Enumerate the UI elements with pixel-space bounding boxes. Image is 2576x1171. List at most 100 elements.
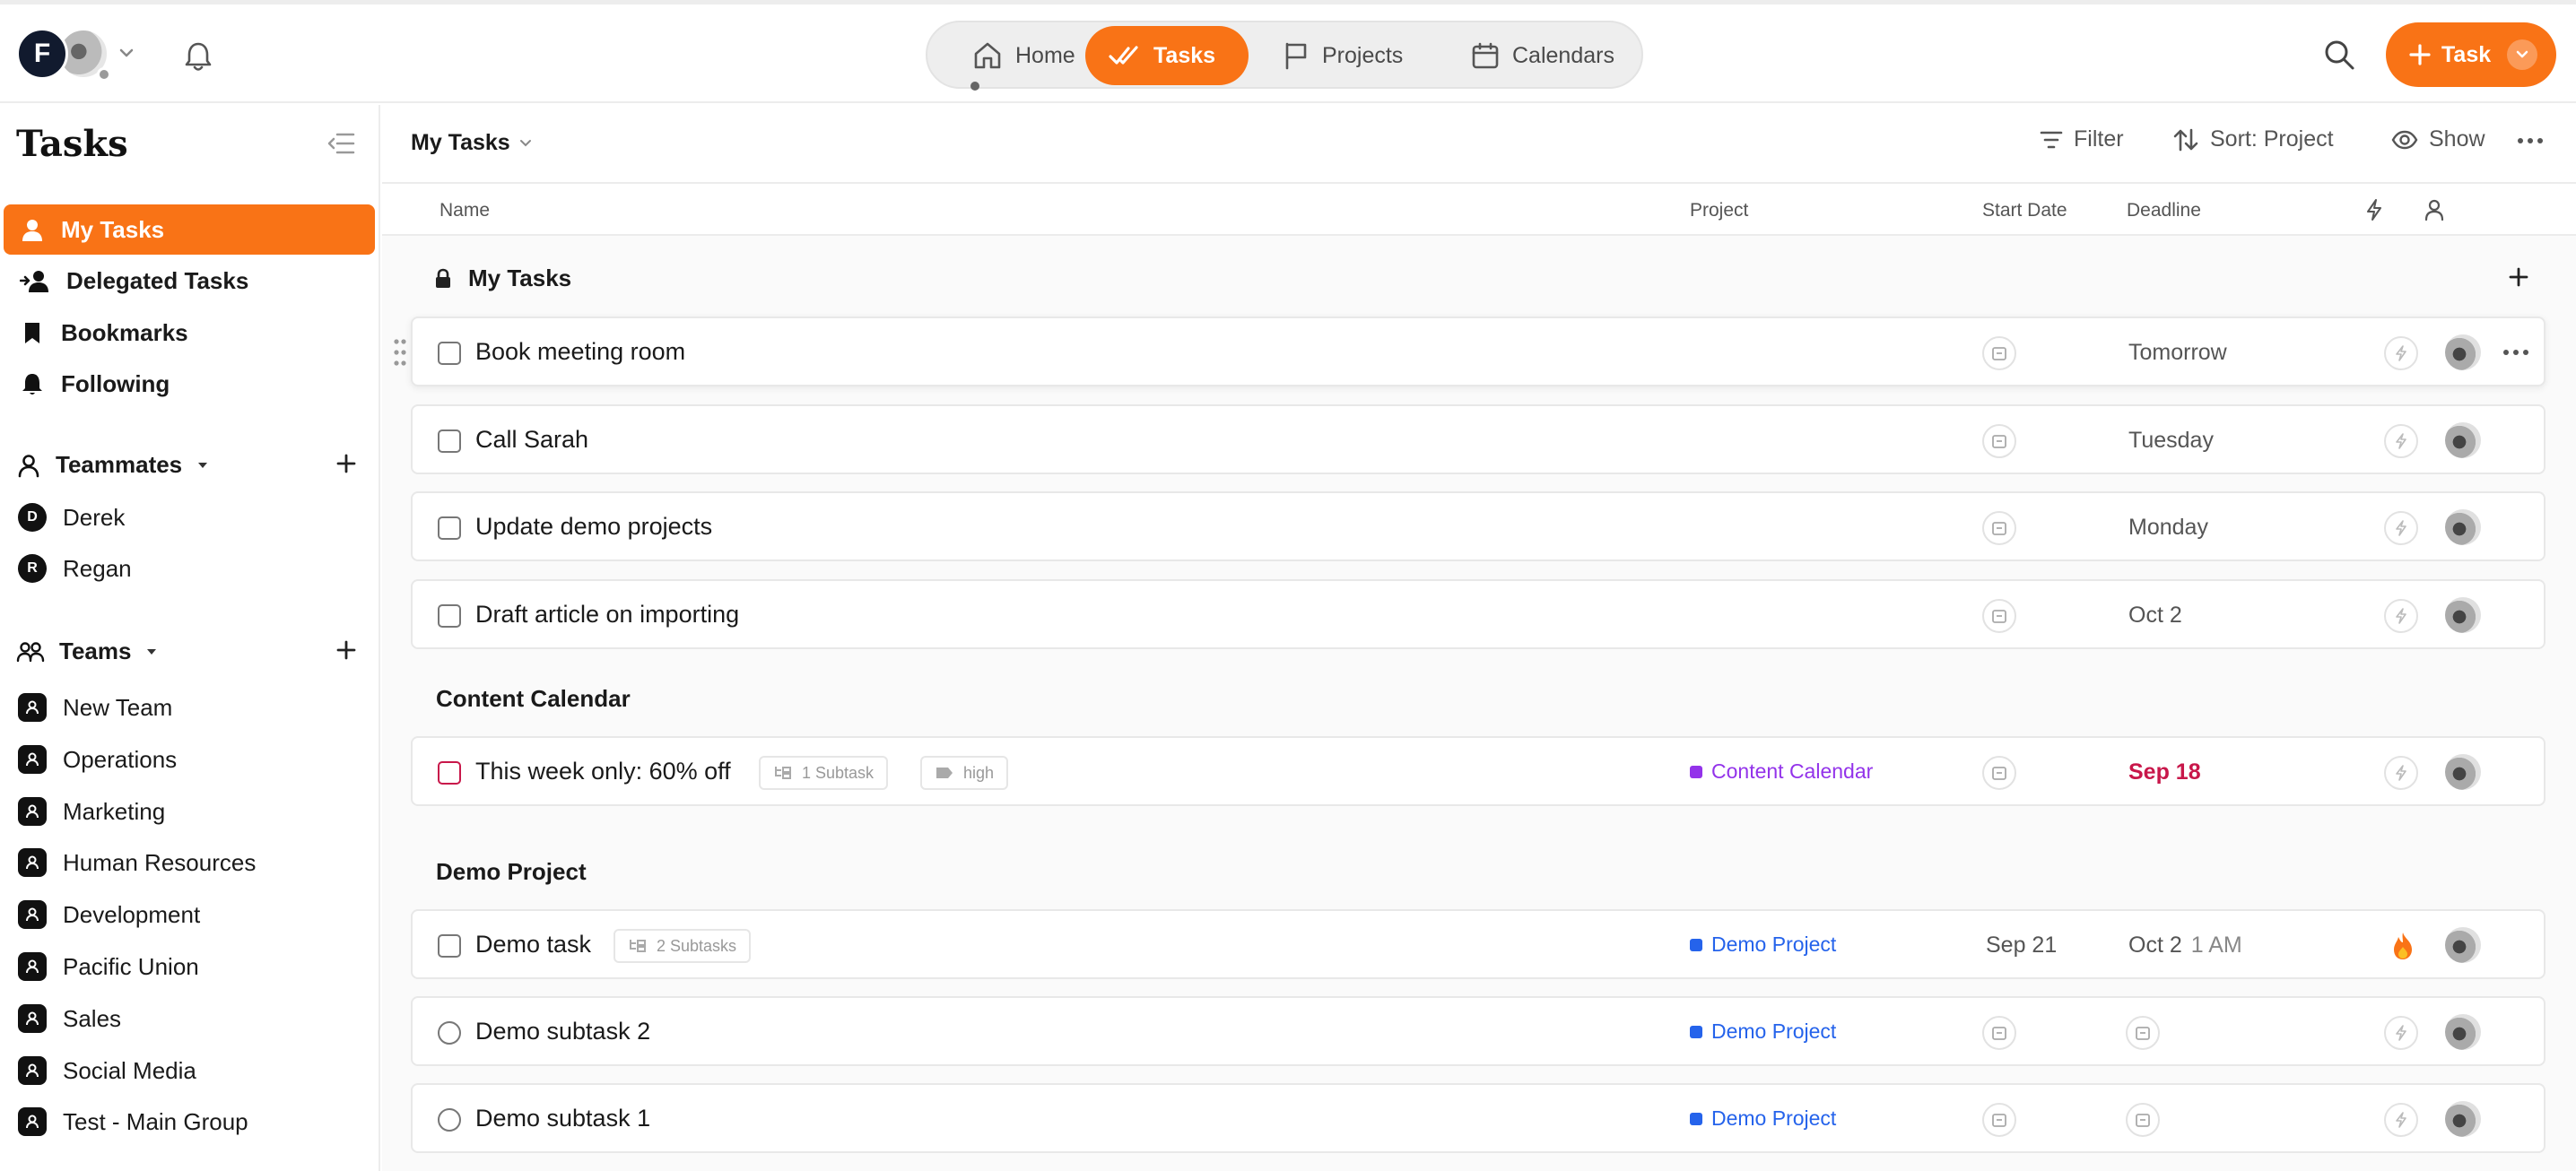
- chevron-down-icon[interactable]: [2507, 39, 2538, 70]
- sidebar-item-team[interactable]: Social Media: [18, 1056, 196, 1085]
- flame-icon[interactable]: [2389, 931, 2416, 961]
- project-link[interactable]: Demo Project: [1690, 1106, 1836, 1131]
- task-row[interactable]: Call Sarah Tuesday: [411, 404, 2546, 474]
- task-name[interactable]: Call Sarah: [475, 426, 588, 454]
- subtask-checkbox[interactable]: [438, 1108, 461, 1132]
- task-checkbox[interactable]: [438, 516, 461, 540]
- task-name[interactable]: Draft article on importing: [475, 601, 739, 629]
- more-options-icon[interactable]: [2517, 137, 2544, 144]
- sidebar-item-team[interactable]: New Team: [18, 693, 172, 722]
- task-name[interactable]: Update demo projects: [475, 513, 712, 541]
- start-date-picker-icon[interactable]: [1982, 336, 2016, 370]
- nav-tasks[interactable]: Tasks: [1085, 26, 1249, 85]
- sort-button[interactable]: Sort: Project: [2172, 126, 2334, 152]
- deadline-picker-icon[interactable]: [2126, 1103, 2160, 1137]
- task-row[interactable]: Demo subtask 2 Demo Project: [411, 996, 2546, 1066]
- start-date-picker-icon[interactable]: [1982, 424, 2016, 458]
- start-date-picker-icon[interactable]: [1982, 599, 2016, 633]
- new-task-button[interactable]: Task: [2386, 22, 2556, 87]
- task-row[interactable]: Demo subtask 1 Demo Project: [411, 1083, 2546, 1153]
- priority-bolt-icon[interactable]: [2384, 599, 2418, 633]
- task-row[interactable]: Book meeting room Tomorrow: [394, 317, 2546, 386]
- assignee-avatar[interactable]: [2445, 927, 2481, 963]
- assignee-avatar[interactable]: [2445, 597, 2481, 633]
- task-name[interactable]: Book meeting room: [475, 338, 685, 366]
- sidebar-item-delegated-tasks[interactable]: Delegated Tasks: [4, 256, 375, 306]
- sidebar-item-team[interactable]: Pacific Union: [18, 952, 199, 981]
- sidebar-item-team[interactable]: Marketing: [18, 797, 165, 826]
- start-date-picker-icon[interactable]: [1982, 1016, 2016, 1050]
- nav-home[interactable]: Home: [949, 26, 1099, 85]
- priority-bolt-icon[interactable]: [2384, 1016, 2418, 1050]
- sidebar-item-following[interactable]: Following: [4, 359, 375, 409]
- task-row[interactable]: Update demo projects Monday: [411, 491, 2546, 561]
- deadline[interactable]: Monday: [2128, 515, 2208, 541]
- priority-bolt-icon[interactable]: [2384, 1103, 2418, 1137]
- view-selector[interactable]: My Tasks: [411, 130, 532, 156]
- priority-bolt-icon[interactable]: [2384, 756, 2418, 790]
- assignee-avatar[interactable]: [2445, 334, 2481, 370]
- task-name[interactable]: Demo subtask 2: [475, 1018, 650, 1045]
- project-link[interactable]: Demo Project: [1690, 1019, 1836, 1044]
- deadline-overdue[interactable]: Sep 18: [2128, 759, 2201, 785]
- teams-section-header[interactable]: Teams: [16, 638, 158, 665]
- nav-calendars[interactable]: Calendars: [1448, 26, 1638, 85]
- sidebar-item-team[interactable]: Sales: [18, 1004, 121, 1033]
- priority-column-icon[interactable]: [2364, 198, 2384, 221]
- column-project[interactable]: Project: [1690, 200, 1748, 221]
- assignee-avatar[interactable]: [2445, 509, 2481, 545]
- deadline[interactable]: Oct 2 1 AM: [2128, 932, 2242, 958]
- assignee-avatar[interactable]: [2445, 1014, 2481, 1050]
- start-date-picker-icon[interactable]: [1982, 756, 2016, 790]
- task-name[interactable]: This week only: 60% off: [475, 758, 731, 785]
- sidebar-item-my-tasks[interactable]: My Tasks: [4, 204, 375, 255]
- project-link[interactable]: Demo Project: [1690, 932, 1836, 957]
- start-date-picker-icon[interactable]: [1982, 511, 2016, 545]
- start-date[interactable]: Sep 21: [1986, 932, 2057, 958]
- assignee-avatar[interactable]: [2445, 754, 2481, 790]
- subtask-count-chip[interactable]: 1 Subtask: [759, 756, 889, 790]
- nav-projects[interactable]: Projects: [1259, 26, 1426, 85]
- task-name[interactable]: Demo task: [475, 931, 591, 958]
- sidebar-item-derek[interactable]: D Derek: [18, 503, 125, 532]
- filter-button[interactable]: Filter: [2040, 126, 2124, 152]
- drag-handle-icon[interactable]: [393, 338, 407, 367]
- project-link[interactable]: Content Calendar: [1690, 759, 1873, 784]
- task-row[interactable]: This week only: 60% off 1 Subtask high C…: [411, 736, 2546, 806]
- column-deadline[interactable]: Deadline: [2127, 200, 2201, 221]
- sidebar-item-team[interactable]: Test - Main Group: [18, 1107, 248, 1136]
- deadline-picker-icon[interactable]: [2126, 1016, 2160, 1050]
- chevron-down-icon[interactable]: [118, 48, 135, 58]
- task-row[interactable]: Draft article on importing Oct 2: [411, 579, 2546, 649]
- tag-chip[interactable]: high: [920, 756, 1009, 790]
- collapse-sidebar-icon[interactable]: [326, 132, 355, 155]
- assignee-column-icon[interactable]: [2424, 198, 2445, 221]
- teammates-section-header[interactable]: Teammates: [16, 451, 209, 479]
- priority-bolt-icon[interactable]: [2384, 336, 2418, 370]
- task-checkbox[interactable]: [438, 429, 461, 453]
- priority-bolt-icon[interactable]: [2384, 424, 2418, 458]
- user-avatar[interactable]: F: [16, 28, 68, 80]
- assignee-avatar[interactable]: [2445, 422, 2481, 458]
- task-checkbox[interactable]: [438, 342, 461, 365]
- subtask-count-chip[interactable]: 2 Subtasks: [614, 929, 752, 963]
- task-checkbox[interactable]: [438, 604, 461, 628]
- sidebar-item-regan[interactable]: R Regan: [18, 554, 132, 583]
- show-button[interactable]: Show: [2391, 126, 2485, 152]
- sidebar-item-bookmarks[interactable]: Bookmarks: [4, 308, 375, 358]
- add-team-button[interactable]: [335, 639, 357, 661]
- task-name[interactable]: Demo subtask 1: [475, 1105, 650, 1132]
- add-teammate-button[interactable]: [335, 453, 357, 474]
- subtask-checkbox[interactable]: [438, 1021, 461, 1045]
- priority-bolt-icon[interactable]: [2384, 511, 2418, 545]
- sidebar-item-team[interactable]: Development: [18, 900, 200, 929]
- task-checkbox[interactable]: [438, 934, 461, 958]
- sidebar-item-team[interactable]: Human Resources: [18, 848, 256, 877]
- task-checkbox[interactable]: [438, 761, 461, 785]
- task-row[interactable]: Demo task 2 Subtasks Demo Project Sep 21…: [411, 909, 2546, 979]
- start-date-picker-icon[interactable]: [1982, 1103, 2016, 1137]
- notifications-bell-icon[interactable]: [183, 40, 213, 73]
- search-icon[interactable]: [2323, 39, 2355, 71]
- column-start-date[interactable]: Start Date: [1982, 200, 2067, 221]
- deadline[interactable]: Tomorrow: [2128, 340, 2227, 366]
